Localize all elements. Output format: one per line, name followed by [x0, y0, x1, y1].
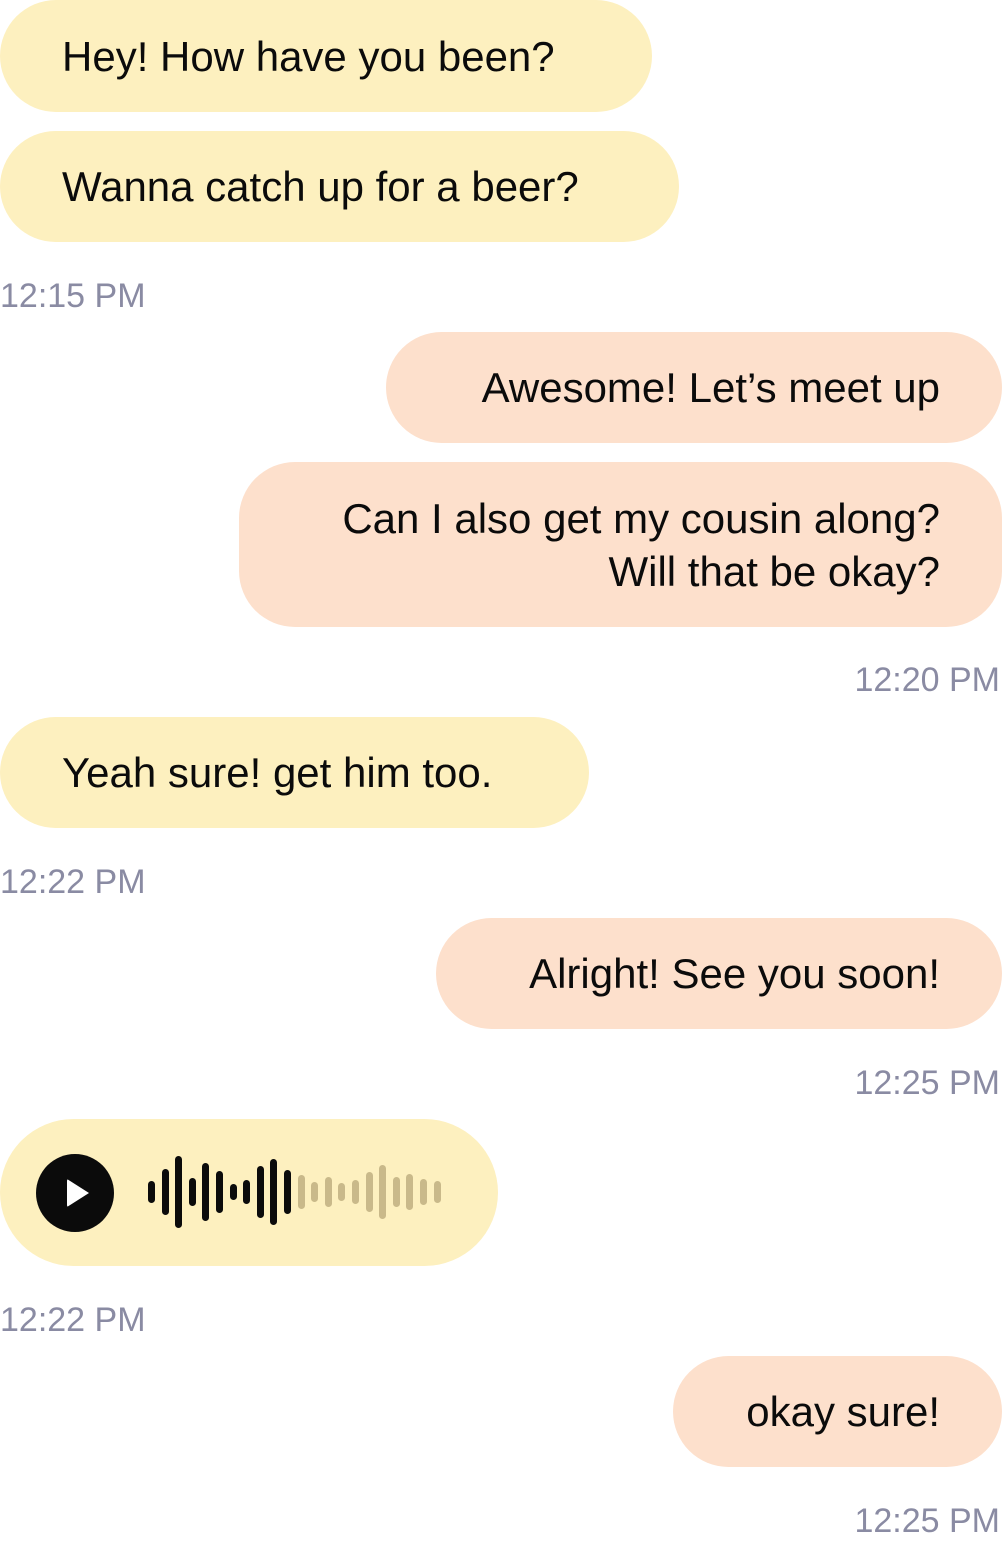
waveform-bar	[297, 1175, 305, 1209]
waveform-bar	[161, 1169, 169, 1215]
waveform-bar	[284, 1170, 291, 1214]
message-text: Yeah sure! get him too.	[62, 749, 493, 796]
message-bubble-outgoing[interactable]: okay sure!	[673, 1356, 1002, 1467]
waveform-bar	[311, 1182, 319, 1202]
waveform-bar	[379, 1165, 387, 1219]
waveform-bar	[229, 1184, 237, 1200]
message-bubble-incoming[interactable]: Hey! How have you been?	[0, 0, 652, 112]
waveform-bar	[338, 1183, 346, 1201]
message-bubble-outgoing[interactable]: Alright! See you soon!	[436, 918, 1002, 1029]
message-timestamp: 12:25 PM	[854, 1064, 1000, 1102]
message-timestamp: 12:20 PM	[854, 661, 1000, 699]
message-text: Hey! How have you been?	[62, 32, 555, 80]
message-timestamp: 12:22 PM	[0, 1301, 146, 1339]
message-text: Alright! See you soon!	[529, 950, 940, 997]
message-text: Can I also get my cousin along? Will tha…	[342, 492, 940, 598]
message-text: Wanna catch up for a beer?	[62, 163, 579, 210]
waveform-bar	[188, 1178, 196, 1206]
waveform-bar	[243, 1180, 251, 1204]
audio-waveform[interactable]	[148, 1119, 458, 1266]
waveform-bar	[392, 1177, 400, 1207]
message-text: Awesome! Let’s meet up	[481, 364, 940, 411]
waveform-bar	[406, 1174, 414, 1210]
waveform-bar	[352, 1180, 359, 1204]
waveform-bar	[256, 1166, 264, 1218]
waveform-bar	[433, 1181, 441, 1203]
waveform-bar	[365, 1172, 373, 1212]
message-timestamp: 12:15 PM	[0, 277, 146, 315]
waveform-bar	[175, 1156, 183, 1228]
waveform-bar	[216, 1171, 223, 1213]
message-line: Will that be okay?	[608, 547, 941, 595]
waveform-bar	[324, 1177, 332, 1207]
message-text: okay sure!	[746, 1388, 940, 1435]
waveform-bar	[270, 1159, 278, 1225]
message-bubble-outgoing[interactable]: Can I also get my cousin along? Will tha…	[239, 462, 1002, 627]
message-line: Can I also get my cousin along?	[342, 494, 940, 542]
waveform-bar	[420, 1179, 427, 1205]
voice-message-bubble[interactable]	[0, 1119, 498, 1266]
message-bubble-incoming[interactable]: Wanna catch up for a beer?	[0, 131, 679, 242]
play-icon[interactable]	[36, 1154, 114, 1232]
message-bubble-incoming[interactable]: Yeah sure! get him too.	[0, 717, 589, 828]
message-timestamp: 12:25 PM	[854, 1502, 1000, 1540]
message-bubble-outgoing[interactable]: Awesome! Let’s meet up	[386, 332, 1002, 443]
message-timestamp: 12:22 PM	[0, 863, 146, 901]
waveform-bar	[148, 1181, 155, 1203]
waveform-bar	[202, 1163, 210, 1221]
